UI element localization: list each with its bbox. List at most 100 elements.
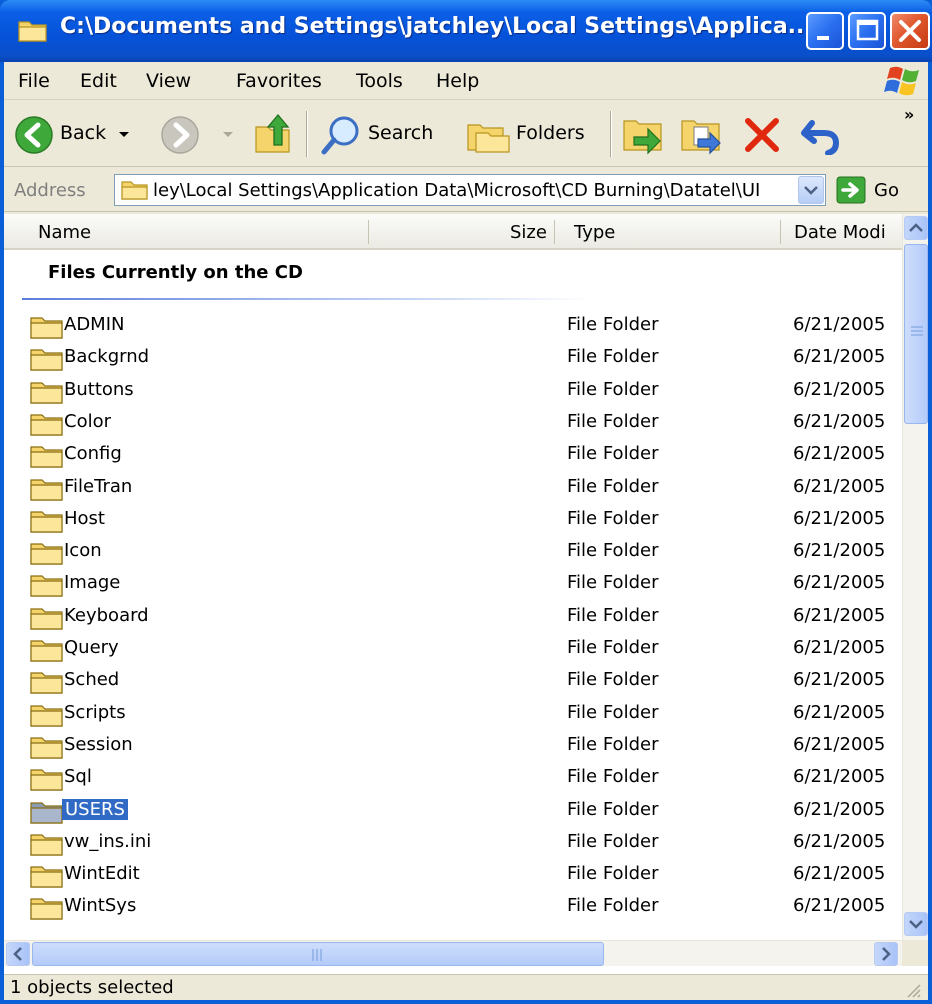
- menu-bar: File Edit View Favorites Tools Help: [4, 62, 928, 100]
- file-row[interactable]: Sched File Folder 6/21/2005: [4, 665, 902, 697]
- file-row[interactable]: Config File Folder 6/21/2005: [4, 439, 902, 471]
- folders-icon[interactable]: [466, 115, 512, 155]
- title-bar[interactable]: C:\Documents and Settings\jatchley\Local…: [0, 0, 932, 62]
- file-name[interactable]: Host: [64, 508, 105, 529]
- menu-edit[interactable]: Edit: [80, 70, 117, 92]
- file-row[interactable]: Image File Folder 6/21/2005: [4, 568, 902, 600]
- search-icon[interactable]: [320, 113, 364, 157]
- file-row[interactable]: Keyboard File Folder 6/21/2005: [4, 601, 902, 633]
- file-name[interactable]: ADMIN: [64, 314, 124, 335]
- file-row[interactable]: WintEdit File Folder 6/21/2005: [4, 859, 902, 891]
- file-row[interactable]: Buttons File Folder 6/21/2005: [4, 375, 902, 407]
- file-name[interactable]: USERS: [62, 798, 128, 820]
- undo-icon[interactable]: [800, 115, 842, 155]
- forward-arrow-icon[interactable]: [160, 115, 200, 155]
- explorer-window: C:\Documents and Settings\jatchley\Local…: [0, 0, 932, 1004]
- address-dropdown-button[interactable]: [798, 176, 824, 204]
- menu-file[interactable]: File: [18, 70, 50, 92]
- scroll-up-button[interactable]: [904, 216, 928, 240]
- file-row[interactable]: Color File Folder 6/21/2005: [4, 407, 902, 439]
- column-type[interactable]: Type: [574, 222, 615, 243]
- file-name[interactable]: Image: [64, 572, 120, 593]
- scroll-right-button[interactable]: [874, 942, 898, 966]
- file-type: File Folder: [567, 863, 659, 885]
- scroll-down-button[interactable]: [904, 912, 928, 936]
- file-row[interactable]: ADMIN File Folder 6/21/2005: [4, 310, 902, 342]
- file-date: 6/21/2005: [793, 507, 886, 529]
- file-row[interactable]: Scripts File Folder 6/21/2005: [4, 698, 902, 730]
- column-size[interactable]: Size: [510, 222, 547, 243]
- file-name[interactable]: vw_ins.ini: [64, 831, 151, 852]
- horizontal-scrollbar[interactable]: [4, 940, 902, 966]
- file-row[interactable]: Session File Folder 6/21/2005: [4, 730, 902, 762]
- menu-view[interactable]: View: [146, 70, 191, 92]
- file-name[interactable]: Buttons: [64, 379, 134, 400]
- file-type: File Folder: [567, 637, 659, 658]
- file-name[interactable]: WintEdit: [64, 863, 140, 884]
- file-row[interactable]: Query File Folder 6/21/2005: [4, 633, 902, 665]
- back-arrow-icon[interactable]: [14, 115, 54, 155]
- file-name[interactable]: Keyboard: [64, 605, 149, 626]
- file-name[interactable]: Query: [64, 637, 119, 658]
- windows-logo-icon: [884, 66, 919, 96]
- file-row[interactable]: WintSys File Folder 6/21/2005: [4, 891, 902, 923]
- copy-to-icon[interactable]: [680, 113, 726, 155]
- maximize-button[interactable]: [848, 12, 886, 50]
- minimize-button[interactable]: [806, 12, 844, 50]
- file-date: 6/21/2005: [793, 314, 886, 335]
- back-dropdown-icon[interactable]: [118, 131, 130, 139]
- file-name[interactable]: Config: [64, 443, 122, 464]
- file-name[interactable]: Session: [64, 734, 133, 755]
- file-row[interactable]: Backgrnd File Folder 6/21/2005: [4, 342, 902, 374]
- folders-button[interactable]: Folders: [516, 122, 585, 144]
- go-button[interactable]: Go: [874, 180, 899, 201]
- vertical-scrollbar[interactable]: [902, 214, 928, 940]
- menu-help[interactable]: Help: [436, 70, 479, 92]
- maximize-icon: [856, 19, 879, 41]
- resize-grip-icon[interactable]: [904, 981, 922, 999]
- scroll-left-button[interactable]: [6, 942, 30, 966]
- file-type: File Folder: [567, 798, 659, 820]
- back-button[interactable]: Back: [60, 122, 106, 144]
- file-row[interactable]: Sql File Folder 6/21/2005: [4, 762, 902, 794]
- file-name[interactable]: WintSys: [64, 895, 136, 916]
- file-name[interactable]: Color: [64, 411, 111, 432]
- file-name[interactable]: Scripts: [64, 702, 126, 723]
- grip-icon: [312, 949, 322, 961]
- file-row[interactable]: Icon File Folder 6/21/2005: [4, 536, 902, 568]
- close-button[interactable]: [890, 12, 930, 50]
- file-row[interactable]: vw_ins.ini File Folder 6/21/2005: [4, 827, 902, 859]
- go-arrow-icon[interactable]: [836, 176, 866, 204]
- address-input[interactable]: ley\Local Settings\Application Data\Micr…: [114, 174, 826, 206]
- address-label: Address: [14, 180, 86, 201]
- menu-tools[interactable]: Tools: [356, 70, 403, 92]
- toolbar-separator: [610, 111, 612, 157]
- file-name[interactable]: Sql: [64, 766, 92, 787]
- file-list-view[interactable]: Name Size Type Date Modi Files Currently…: [4, 214, 928, 974]
- column-date-modified[interactable]: Date Modi: [794, 222, 886, 243]
- column-separator[interactable]: [780, 220, 781, 244]
- horizontal-scroll-thumb[interactable]: [32, 942, 604, 966]
- file-name[interactable]: Icon: [64, 540, 102, 561]
- column-separator[interactable]: [554, 220, 555, 244]
- delete-icon[interactable]: [742, 115, 782, 155]
- close-icon: [899, 20, 921, 42]
- column-separator[interactable]: [368, 220, 369, 244]
- file-type: File Folder: [567, 766, 659, 788]
- column-name[interactable]: Name: [38, 222, 91, 243]
- file-name[interactable]: FileTran: [64, 476, 132, 497]
- folder-icon: [30, 446, 63, 468]
- file-row[interactable]: USERS File Folder 6/21/2005: [4, 795, 902, 827]
- menu-favorites[interactable]: Favorites: [236, 70, 322, 92]
- file-date: 6/21/2005: [793, 798, 886, 820]
- file-row[interactable]: Host File Folder 6/21/2005: [4, 504, 902, 536]
- file-name[interactable]: Sched: [64, 669, 119, 690]
- toolbar-overflow-chevron[interactable]: »: [904, 105, 914, 124]
- file-name[interactable]: Backgrnd: [64, 346, 149, 367]
- move-to-icon[interactable]: [622, 113, 668, 155]
- search-button[interactable]: Search: [368, 122, 433, 144]
- file-row[interactable]: FileTran File Folder 6/21/2005: [4, 472, 902, 504]
- folder-icon: [30, 769, 63, 791]
- up-folder-icon[interactable]: [252, 111, 294, 157]
- vertical-scroll-thumb[interactable]: [904, 244, 928, 424]
